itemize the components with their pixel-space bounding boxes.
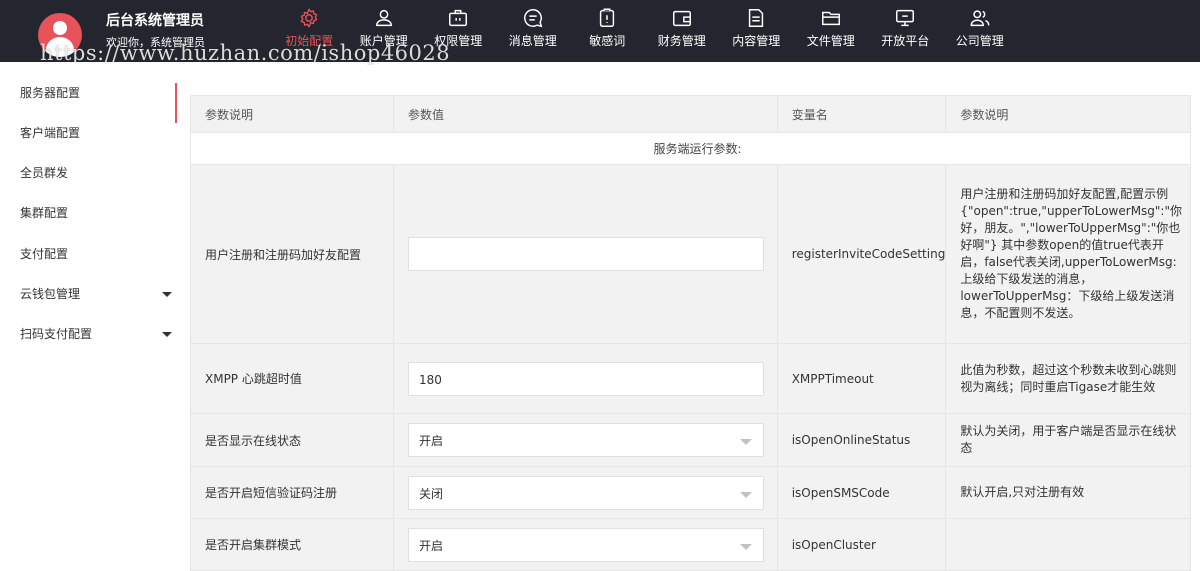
- param-var: isOpenSMSCode: [776, 466, 947, 519]
- select-value: 关闭: [418, 486, 443, 501]
- sms-code-select[interactable]: 关闭: [407, 475, 764, 510]
- param-name: XMPP 心跳超时值: [190, 343, 394, 414]
- chevron-down-icon: [162, 332, 172, 337]
- sidebar-item-label: 集群配置: [20, 206, 69, 220]
- nav-label: 开放平台: [881, 34, 930, 48]
- column-header: 参数说明: [190, 95, 394, 133]
- param-var: isOpenCluster: [776, 518, 947, 571]
- select-value: 开启: [418, 434, 443, 448]
- nav-item-content[interactable]: 内容管理: [719, 0, 794, 62]
- xmpp-timeout-input[interactable]: 180: [407, 361, 764, 396]
- nav-label: 公司管理: [955, 34, 1004, 48]
- param-value-cell: 关闭: [392, 466, 778, 519]
- table-row: XMPP 心跳超时值 180 XMPPTimeout 此值为秒数，超过这个秒数未…: [190, 343, 1191, 414]
- nav-item-company[interactable]: 公司管理: [943, 0, 1018, 62]
- chevron-down-icon: [739, 439, 752, 445]
- chat-icon: [523, 9, 543, 28]
- chevron-down-icon: [162, 292, 172, 297]
- briefcase-icon: [449, 9, 468, 27]
- nav-label: 账户管理: [359, 34, 408, 48]
- param-var: registerInviteCodeSetting: [776, 164, 947, 344]
- param-desc: 用户注册和注册码加好友配置,配置示例{"open":true,"upperToL…: [945, 164, 1191, 344]
- config-table: 参数说明 参数值 变量名 参数说明 服务端运行参数: 用户注册和注册码加好友配置…: [190, 95, 1191, 571]
- nav-item-messages[interactable]: 消息管理: [496, 0, 571, 62]
- select-value: 开启: [418, 538, 443, 553]
- nav-label: 权限管理: [434, 34, 483, 48]
- param-desc: 默认为关闭，用于客户端是否显示在线状态: [945, 413, 1191, 467]
- admin-greeting: 欢迎你，系统管理员: [106, 36, 205, 49]
- nav-item-sensitive-words[interactable]: 敏感词: [570, 0, 645, 62]
- online-status-select[interactable]: 开启: [407, 423, 764, 457]
- param-name: 是否显示在线状态: [190, 413, 394, 467]
- table-row: 是否显示在线状态 开启 isOpenOnlineStatus 默认为关闭，用于客…: [190, 413, 1191, 467]
- sidebar-item-broadcast[interactable]: 全员群发: [0, 153, 180, 193]
- sidebar-item-label: 客户端配置: [20, 126, 81, 140]
- section-row: 服务端运行参数:: [190, 132, 1191, 165]
- nav-label: 财务管理: [657, 34, 706, 48]
- nav-label: 敏感词: [589, 34, 626, 48]
- sidebar-item-label: 云钱包管理: [20, 287, 81, 301]
- sidebar-item-label: 支付配置: [20, 247, 69, 261]
- sidebar-item-payment-config[interactable]: 支付配置: [0, 234, 180, 274]
- nav-item-account[interactable]: 账户管理: [347, 0, 422, 62]
- nav-item-permissions[interactable]: 权限管理: [421, 0, 496, 62]
- param-value-cell: [392, 164, 778, 344]
- sidebar-item-server-config[interactable]: 服务器配置: [0, 73, 180, 123]
- nav-label: 初始配置: [285, 34, 334, 48]
- folder-icon: [821, 11, 840, 26]
- user-icon: [375, 9, 392, 27]
- chevron-down-icon: [739, 491, 752, 498]
- param-desc: [945, 518, 1191, 571]
- monitor-icon: [896, 9, 915, 27]
- avatar-head: [53, 21, 67, 35]
- wallet-icon: [672, 10, 691, 27]
- admin-name: 后台系统管理员: [106, 13, 204, 29]
- column-header: 参数值: [392, 95, 778, 133]
- param-value-cell: 开启: [392, 413, 778, 467]
- invite-code-setting-input[interactable]: [407, 237, 764, 271]
- sidebar-item-label: 服务器配置: [20, 86, 81, 100]
- param-name: 是否开启短信验证码注册: [190, 466, 394, 519]
- param-desc: 默认开启,只对注册有效: [945, 466, 1191, 519]
- sidebar-item-cloud-wallet[interactable]: 云钱包管理: [0, 274, 180, 314]
- nav-label: 消息管理: [508, 34, 557, 48]
- avatar-body: [46, 37, 74, 57]
- nav-label: 内容管理: [732, 34, 781, 48]
- users-icon: [970, 10, 990, 27]
- param-name: 用户注册和注册码加好友配置: [190, 164, 394, 344]
- nav-item-files[interactable]: 文件管理: [794, 0, 869, 62]
- column-header: 变量名: [776, 95, 947, 133]
- gear-icon: [300, 8, 318, 28]
- param-value-cell: 180: [392, 343, 778, 414]
- sidebar-item-cluster-config[interactable]: 集群配置: [0, 193, 180, 233]
- param-var: XMPPTimeout: [776, 343, 947, 414]
- param-value-cell: 开启: [392, 518, 778, 571]
- sidebar: 服务器配置 客户端配置 全员群发 集群配置 支付配置 云钱包管理 扫码支付配置: [0, 62, 180, 559]
- table-row: 是否开启集群模式 开启 isOpenCluster: [190, 518, 1191, 571]
- table-header-row: 参数说明 参数值 变量名 参数说明: [190, 95, 1191, 133]
- avatar[interactable]: [38, 13, 82, 57]
- sidebar-item-qr-payment[interactable]: 扫码支付配置: [0, 314, 180, 354]
- nav-item-finance[interactable]: 财务管理: [645, 0, 720, 62]
- chevron-down-icon: [739, 543, 752, 550]
- top-header: 后台系统管理员 欢迎你，系统管理员 初始配置 账户管理 权限管理 消息管理 敏感…: [0, 0, 1200, 62]
- sidebar-item-label: 扫码支付配置: [20, 327, 93, 341]
- nav-label: 文件管理: [806, 34, 855, 48]
- param-name: 是否开启集群模式: [190, 518, 394, 571]
- sidebar-item-client-config[interactable]: 客户端配置: [0, 113, 180, 153]
- param-var: isOpenOnlineStatus: [776, 413, 947, 467]
- alert-icon: [600, 8, 615, 27]
- section-title: 服务端运行参数:: [190, 132, 1191, 165]
- nav-item-open-platform[interactable]: 开放平台: [868, 0, 943, 62]
- column-header: 参数说明: [945, 95, 1191, 133]
- param-desc: 此值为秒数，超过这个秒数未收到心跳则视为离线；同时重启Tigase才能生效: [945, 343, 1191, 414]
- cluster-mode-select[interactable]: 开启: [407, 527, 764, 562]
- table-row: 用户注册和注册码加好友配置 registerInviteCodeSetting …: [190, 164, 1191, 344]
- nav-item-initial-config[interactable]: 初始配置: [272, 0, 347, 62]
- sidebar-item-label: 全员群发: [20, 166, 69, 180]
- top-nav: 初始配置 账户管理 权限管理 消息管理 敏感词 财务管理 内容管理 文件管理 开…: [272, 0, 1017, 62]
- document-icon: [749, 9, 764, 27]
- table-row: 是否开启短信验证码注册 关闭 isOpenSMSCode 默认开启,只对注册有效: [190, 466, 1191, 519]
